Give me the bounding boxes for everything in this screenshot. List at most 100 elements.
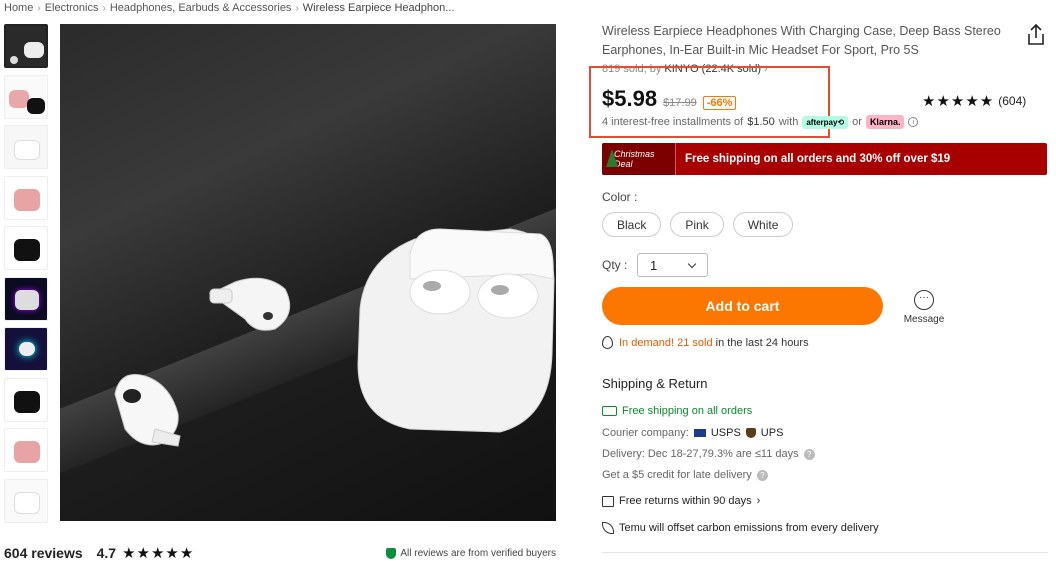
- thumbnail-7[interactable]: [4, 327, 48, 371]
- case-image: [14, 140, 40, 160]
- breadcrumb: Home › Electronics › Headphones, Earbuds…: [4, 2, 454, 14]
- verified-buyers-note: All reviews are from verified buyers: [386, 547, 556, 559]
- leaf-icon: [602, 522, 614, 534]
- breadcrumb-home[interactable]: Home: [4, 2, 33, 14]
- earbuds-illustration: [114, 228, 555, 447]
- product-rating[interactable]: ★★★★★ (604): [922, 92, 1026, 110]
- thumbnail-4[interactable]: [4, 175, 48, 220]
- carbon-text: Temu will offset carbon emissions from e…: [619, 522, 879, 534]
- case-image: [9, 89, 29, 108]
- current-price: $5.98: [602, 86, 658, 111]
- deal-label: Christmas Deal: [614, 149, 655, 169]
- color-option-pink[interactable]: Pink: [670, 212, 724, 237]
- message-button[interactable]: ··· Message: [900, 290, 948, 325]
- quantity-value: 1: [650, 257, 658, 273]
- case-image: [24, 42, 44, 58]
- breadcrumb-separator-icon: ›: [102, 2, 106, 14]
- case-image: [14, 390, 40, 413]
- delivery-row: Delivery: Dec 18-27,79.3% are ≤11 days ?: [602, 448, 815, 460]
- breadcrumb-electronics[interactable]: Electronics: [45, 2, 99, 14]
- or-text: or: [852, 116, 862, 128]
- installments-line: 4 interest-free installments of $1.50 wi…: [602, 115, 919, 129]
- color-option-white[interactable]: White: [732, 212, 794, 237]
- thumbnail-3[interactable]: [4, 125, 48, 169]
- rating-count: (604): [998, 94, 1027, 108]
- quantity-label: Qty :: [602, 258, 628, 272]
- star-rating-icon: ★★★★★: [122, 545, 195, 562]
- installment-amount: $1.50: [747, 116, 775, 128]
- earbud-shape-1: [209, 277, 291, 331]
- carbon-row: Temu will offset carbon emissions from e…: [602, 522, 879, 534]
- afterpay-logo[interactable]: afterpay⟲: [802, 115, 849, 129]
- product-title: Wireless Earpiece Headphones With Chargi…: [602, 24, 1001, 57]
- color-options: Black Pink White: [602, 212, 794, 237]
- thumbnail-8[interactable]: [4, 377, 48, 422]
- chevron-down-icon: [687, 259, 697, 268]
- demand-rest-text: in the last 24 hours: [715, 336, 809, 349]
- breadcrumb-current: Wireless Earpiece Headphon...: [302, 2, 455, 14]
- discount-badge: -66%: [702, 96, 737, 110]
- price-row: $5.98 $17.99 -66%: [602, 86, 737, 112]
- free-returns-text: Free returns within 90 days: [619, 495, 752, 507]
- christmas-promo-banner[interactable]: Christmas Deal Free shipping on all orde…: [602, 143, 1047, 175]
- case-image: [14, 491, 40, 514]
- thumbnail-1[interactable]: [4, 24, 48, 68]
- main-product-image[interactable]: [60, 24, 556, 521]
- truck-icon: [602, 406, 617, 416]
- shield-check-icon: [386, 547, 397, 559]
- christmas-tree-icon: [606, 149, 618, 167]
- free-shipping-text: Free shipping on all orders: [622, 405, 753, 417]
- demand-indicator: In demand! 21 sold in the last 24 hours: [602, 336, 809, 349]
- chevron-right-icon: ›: [756, 495, 761, 507]
- rating-value: 4.7: [96, 545, 117, 561]
- chat-bubble-icon: ···: [914, 290, 934, 310]
- breadcrumb-headphones[interactable]: Headphones, Earbuds & Accessories: [110, 2, 292, 14]
- add-to-cart-button[interactable]: Add to cart: [602, 287, 883, 325]
- review-count[interactable]: 604 reviews: [4, 545, 83, 561]
- installments-text: 4 interest-free installments of: [602, 116, 744, 128]
- star-rating-icon: ★★★★★: [922, 93, 995, 110]
- earbud-image: [19, 342, 35, 356]
- courier-usps: USPS: [710, 427, 741, 439]
- case-image: [27, 97, 45, 114]
- breadcrumb-separator-icon: ›: [295, 2, 299, 14]
- free-returns-row[interactable]: Free returns within 90 days ›: [602, 495, 760, 507]
- thumbnail-10[interactable]: [4, 478, 48, 523]
- info-icon[interactable]: i: [908, 117, 919, 127]
- thumbnail-5[interactable]: [4, 226, 48, 270]
- case-image: [14, 441, 40, 463]
- share-icon[interactable]: [1026, 24, 1046, 46]
- shipping-heading: Shipping & Return: [602, 376, 708, 391]
- section-divider: [602, 552, 1048, 553]
- verified-text: All reviews are from verified buyers: [400, 547, 556, 559]
- courier-label: Courier company:: [602, 427, 689, 439]
- free-shipping-row: Free shipping on all orders: [602, 405, 752, 417]
- reviews-summary-bar: 604 reviews 4.7 ★★★★★ All reviews are fr…: [4, 544, 556, 562]
- installments-with: with: [778, 116, 799, 128]
- message-label: Message: [903, 314, 945, 325]
- courier-row: Courier company: USPS UPS: [602, 427, 783, 439]
- original-price: $17.99: [663, 97, 697, 109]
- christmas-deal-badge: Christmas Deal: [602, 143, 676, 175]
- promo-text: Free shipping on all orders and 30% off …: [685, 153, 951, 165]
- quantity-select[interactable]: 1: [637, 253, 708, 277]
- flame-icon: [602, 336, 613, 349]
- question-icon[interactable]: ?: [803, 448, 815, 460]
- return-box-icon: [602, 495, 614, 507]
- thumbnail-gallery: [4, 24, 50, 529]
- case-image: [14, 239, 40, 261]
- earbud-image: [10, 56, 18, 64]
- case-image: [15, 289, 39, 310]
- thumbnail-9[interactable]: [4, 428, 48, 472]
- color-label: Color :: [602, 190, 638, 204]
- question-icon[interactable]: ?: [756, 469, 768, 481]
- klarna-logo[interactable]: Klarna.: [865, 115, 905, 129]
- ups-logo-icon: [745, 428, 756, 438]
- earbud-shape-2: [114, 374, 181, 447]
- late-credit-row: Get a $5 credit for late delivery ?: [602, 469, 768, 481]
- breadcrumb-separator-icon: ›: [37, 2, 41, 14]
- color-option-black[interactable]: Black: [602, 212, 662, 237]
- thumbnail-6[interactable]: [4, 276, 48, 321]
- delivery-text: Delivery: Dec 18-27,79.3% are ≤11 days: [602, 448, 799, 460]
- thumbnail-2[interactable]: [4, 74, 48, 119]
